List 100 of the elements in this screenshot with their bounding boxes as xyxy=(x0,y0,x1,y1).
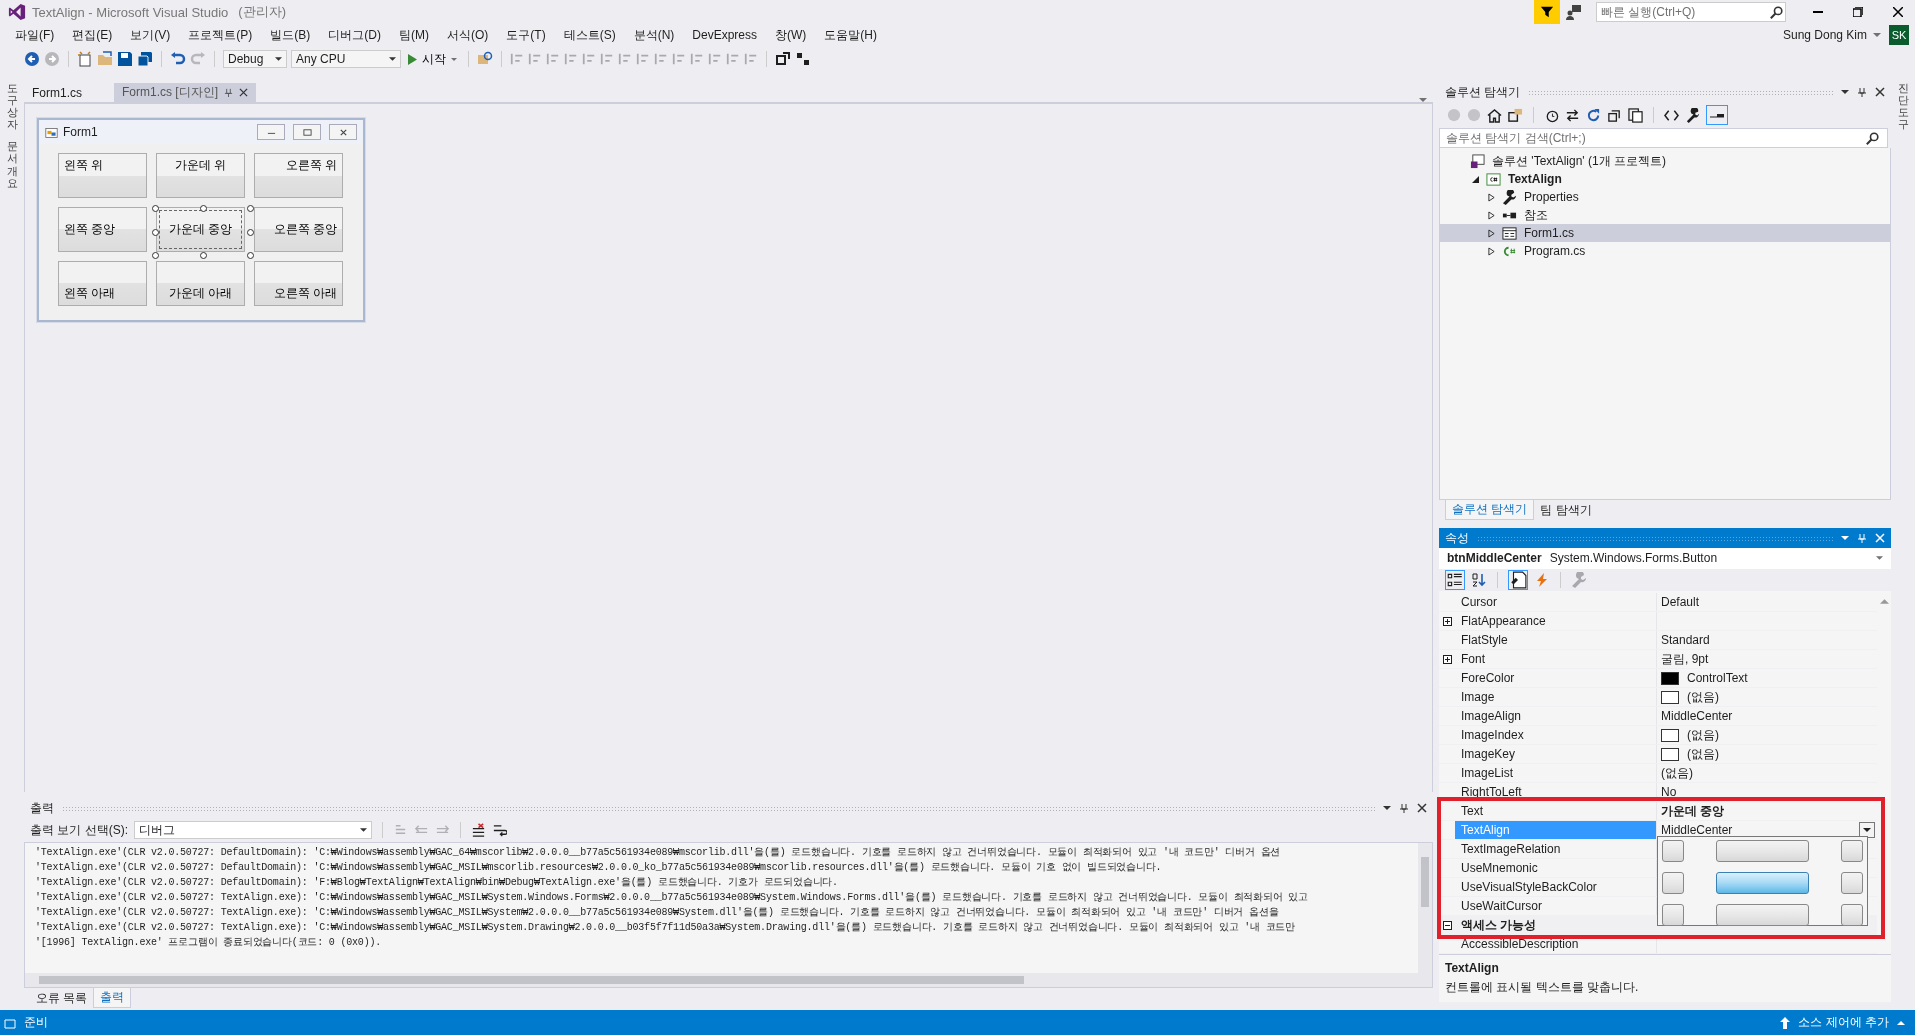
tree-item[interactable]: 솔루션 'TextAlign' (1개 프로젝트) xyxy=(1440,152,1890,170)
side-tab[interactable]: 진단 도구 xyxy=(1897,82,1909,131)
menu-item[interactable]: 빌드(B) xyxy=(261,24,320,46)
panel-tab[interactable]: 출력 xyxy=(93,988,132,1008)
expanded-arrow-icon[interactable] xyxy=(1471,175,1479,183)
menu-item[interactable]: 편집(E) xyxy=(63,24,122,46)
collapsed-arrow-icon[interactable] xyxy=(1487,192,1495,202)
configuration-dropdown[interactable]: Debug xyxy=(223,50,287,68)
property-value[interactable]: 굴림, 9pt xyxy=(1661,650,1709,668)
lightning-icon[interactable] xyxy=(1534,571,1550,588)
tab-list-icon[interactable] xyxy=(1419,98,1427,102)
form-button[interactable]: 오른쪽 위 xyxy=(254,153,343,198)
caret-icon[interactable] xyxy=(1383,806,1391,810)
vertical-scrollbar[interactable] xyxy=(1418,843,1432,973)
tree-item[interactable]: Program.cs xyxy=(1440,242,1890,260)
form-button[interactable]: 왼쪽 아래 xyxy=(58,261,147,306)
panel-tab[interactable]: 팀 탐색기 xyxy=(1534,500,1598,520)
tree-item[interactable]: TextAlign xyxy=(1440,170,1890,188)
alignment-option[interactable] xyxy=(1716,840,1809,862)
quick-launch-field[interactable]: 빠른 실행(Ctrl+Q) xyxy=(1596,2,1786,22)
resize-handle[interactable] xyxy=(152,228,160,236)
property-value[interactable]: 가운데 중앙 xyxy=(1661,802,1725,820)
menu-item[interactable]: 도구(T) xyxy=(497,24,555,46)
form-button[interactable]: 왼쪽 위 xyxy=(58,153,147,198)
form-button[interactable]: 가운데 위 xyxy=(156,153,245,198)
menu-item[interactable]: 테스트(S) xyxy=(554,24,625,46)
feedback-icon[interactable] xyxy=(1566,4,1582,20)
pin-icon[interactable] xyxy=(1857,87,1867,97)
tree-item[interactable]: Form1.cs xyxy=(1440,224,1890,242)
filter-icon[interactable] xyxy=(1534,0,1560,24)
resize-handle[interactable] xyxy=(246,228,254,236)
start-button[interactable]: 시작 xyxy=(405,50,460,68)
collapsed-arrow-icon[interactable] xyxy=(1487,246,1495,256)
form-button[interactable]: 왼쪽 중앙 xyxy=(58,207,147,252)
undo-icon[interactable] xyxy=(170,51,186,67)
alignment-option[interactable] xyxy=(1662,904,1684,926)
tree-item[interactable]: 참조 xyxy=(1440,206,1890,224)
menu-item[interactable]: 분석(N) xyxy=(624,24,684,46)
document-tab[interactable]: Form1.cs [디자인] xyxy=(114,83,257,102)
home-icon[interactable] xyxy=(1487,107,1502,123)
menu-item[interactable]: 서식(O) xyxy=(438,24,498,46)
resize-handle[interactable] xyxy=(152,252,160,260)
save-all-icon[interactable] xyxy=(137,51,153,67)
output-source-dropdown[interactable]: 디버그 xyxy=(134,821,372,839)
form-button[interactable]: 가운데 아래 xyxy=(156,261,245,306)
scroll-up-icon[interactable] xyxy=(1879,599,1889,604)
expand-icon[interactable] xyxy=(1442,654,1452,664)
dropdown-button[interactable] xyxy=(1859,822,1875,838)
wrench-icon[interactable] xyxy=(1685,107,1700,123)
sync-icon[interactable] xyxy=(1565,107,1580,123)
open-folder-icon[interactable] xyxy=(97,51,113,67)
find-icon[interactable] xyxy=(477,51,493,67)
pin-icon[interactable] xyxy=(1399,803,1409,813)
clear-all-icon[interactable] xyxy=(471,822,486,838)
close-icon[interactable] xyxy=(239,88,249,97)
menu-item[interactable]: DevExpress xyxy=(683,26,766,44)
resize-handle[interactable] xyxy=(246,252,254,260)
menu-item[interactable]: 파일(F) xyxy=(6,24,64,46)
collapsed-arrow-icon[interactable] xyxy=(1487,228,1495,238)
sort-alphabetical-icon[interactable] xyxy=(1471,571,1487,588)
collapse-icon[interactable] xyxy=(1442,920,1452,930)
categorized-icon[interactable] xyxy=(1445,569,1465,590)
collapse-all-icon[interactable] xyxy=(1607,107,1622,123)
user-name[interactable]: Sung Dong Kim xyxy=(1782,28,1867,42)
preview-icon[interactable] xyxy=(1706,105,1728,125)
property-value[interactable]: Standard xyxy=(1661,633,1710,647)
alignment-option[interactable] xyxy=(1716,904,1809,926)
menu-item[interactable]: 프로젝트(P) xyxy=(179,24,262,46)
property-value[interactable]: Default xyxy=(1661,595,1700,609)
tab-order-icon[interactable] xyxy=(775,51,791,67)
property-value[interactable]: ControlText xyxy=(1687,671,1748,685)
platform-dropdown[interactable]: Any CPU xyxy=(291,50,401,68)
property-value[interactable]: (없음) xyxy=(1687,726,1719,744)
form-button[interactable]: 오른쪽 아래 xyxy=(254,261,343,306)
property-value[interactable]: No xyxy=(1661,785,1677,799)
panel-tab[interactable]: 오류 목록 xyxy=(30,988,94,1008)
menu-item[interactable]: 디버그(D) xyxy=(319,24,390,46)
menu-item[interactable]: 창(W) xyxy=(766,24,816,46)
refresh-icon[interactable] xyxy=(1586,107,1601,123)
search-field[interactable]: 솔루션 탐색기 검색(Ctrl+;) xyxy=(1439,128,1888,148)
form-button[interactable]: 가운데 중앙 xyxy=(156,207,245,252)
save-icon[interactable] xyxy=(117,51,133,67)
pin-icon[interactable] xyxy=(224,88,234,97)
resize-handle[interactable] xyxy=(246,204,254,212)
close-icon[interactable] xyxy=(1875,87,1885,97)
alignment-option[interactable] xyxy=(1716,872,1809,894)
property-value[interactable]: (없음) xyxy=(1687,688,1719,706)
properties-page-icon[interactable] xyxy=(1508,569,1528,590)
alignment-option[interactable] xyxy=(1662,840,1684,862)
resize-handle[interactable] xyxy=(199,252,207,260)
alignment-option[interactable] xyxy=(1841,872,1863,894)
menu-item[interactable]: 도움말(H) xyxy=(815,24,886,46)
property-value[interactable]: (없음) xyxy=(1687,745,1719,763)
form-button[interactable]: 오른쪽 중앙 xyxy=(254,207,343,252)
user-avatar[interactable]: SK xyxy=(1889,25,1909,45)
panel-tab[interactable]: 솔루션 탐색기 xyxy=(1445,500,1535,520)
property-value[interactable]: MiddleCenter xyxy=(1661,709,1733,723)
caret-icon[interactable] xyxy=(1841,90,1849,94)
object-selector[interactable]: btnMiddleCenter System.Windows.Forms.Button xyxy=(1439,548,1891,569)
collapsed-arrow-icon[interactable] xyxy=(1487,210,1495,220)
